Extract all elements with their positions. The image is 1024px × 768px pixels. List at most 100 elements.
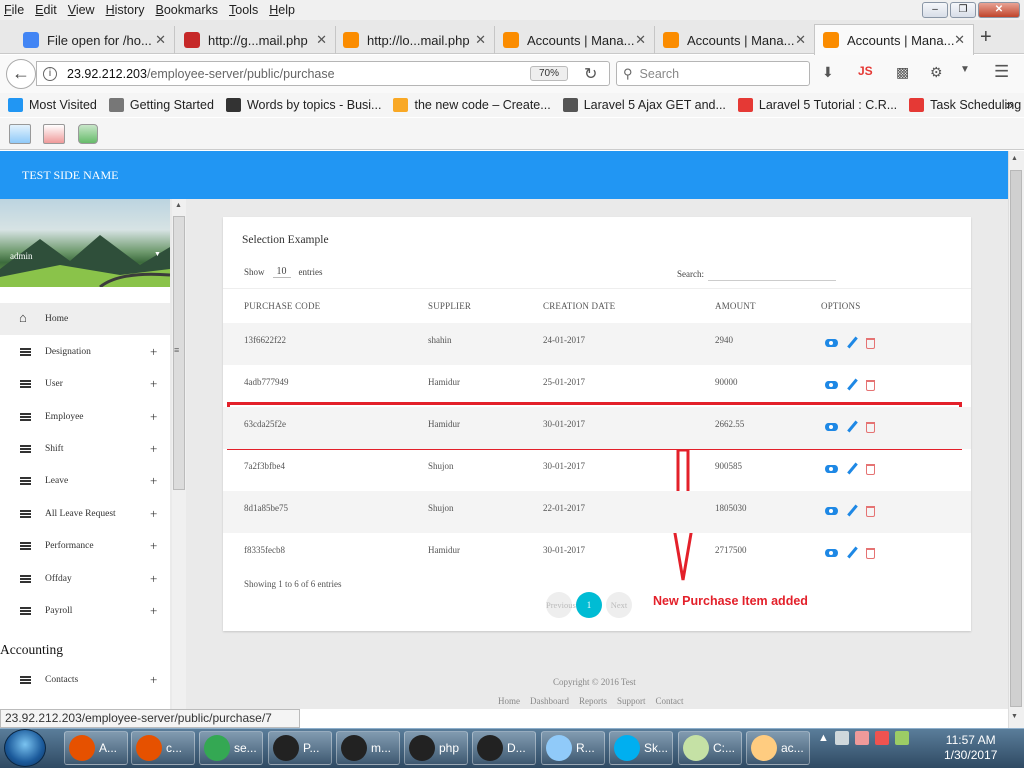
- edit-icon[interactable]: [846, 463, 858, 475]
- expand-icon[interactable]: +: [150, 344, 157, 360]
- reload-icon[interactable]: ↻: [584, 64, 597, 84]
- view-icon[interactable]: [825, 507, 838, 515]
- menu-help[interactable]: Help: [269, 3, 295, 17]
- extension-icon[interactable]: ⚙: [930, 64, 943, 81]
- menu-tools[interactable]: Tools: [229, 3, 258, 17]
- expand-icon[interactable]: +: [150, 506, 157, 522]
- edit-icon[interactable]: [846, 547, 858, 559]
- edit-icon[interactable]: [846, 337, 858, 349]
- taskbar-item[interactable]: c...: [131, 731, 195, 765]
- sidebar-item-payroll[interactable]: Payroll +: [0, 595, 170, 627]
- footer-link-contact[interactable]: Contact: [656, 696, 684, 706]
- menu-edit[interactable]: Edit: [35, 3, 57, 17]
- edit-icon[interactable]: [846, 505, 858, 517]
- bookmark-item[interactable]: the new code – Create...: [393, 98, 551, 112]
- clock[interactable]: 11:57 AM 1/30/2017: [944, 733, 997, 763]
- taskbar-item[interactable]: R...: [541, 731, 605, 765]
- url-bar[interactable]: i 23.92.212.203/employee-server/public/p…: [36, 61, 610, 86]
- tab-4[interactable]: Accounts | Mana... ✕: [495, 26, 655, 54]
- search-input[interactable]: ⚲ Search: [616, 61, 810, 86]
- expand-icon[interactable]: +: [150, 538, 157, 554]
- addon-window-icon[interactable]: [9, 124, 31, 144]
- tab-close-icon[interactable]: ✕: [155, 32, 166, 48]
- user-name[interactable]: admin: [10, 251, 33, 261]
- delete-icon[interactable]: [866, 505, 875, 517]
- tab-close-icon[interactable]: ✕: [316, 32, 327, 48]
- page-scroll-thumb[interactable]: [1010, 170, 1022, 707]
- tab-1[interactable]: File open for /ho... ✕: [15, 26, 175, 54]
- view-icon[interactable]: [825, 339, 838, 347]
- view-icon[interactable]: [825, 465, 838, 473]
- delete-icon[interactable]: [866, 421, 875, 433]
- menu-view[interactable]: View: [68, 3, 95, 17]
- view-icon[interactable]: [825, 549, 838, 557]
- menu-bookmarks[interactable]: Bookmarks: [156, 3, 219, 17]
- delete-icon[interactable]: [866, 337, 875, 349]
- delete-icon[interactable]: [866, 463, 875, 475]
- bookmark-item[interactable]: Laravel 5 Ajax GET and...: [562, 98, 726, 112]
- addon-recycle-icon[interactable]: [78, 124, 98, 144]
- js-addon-icon[interactable]: JS: [858, 64, 873, 78]
- tray-app-icon[interactable]: [894, 731, 909, 745]
- flag-icon[interactable]: [854, 731, 869, 745]
- bookmark-item[interactable]: Words by topics - Busi...: [225, 98, 381, 112]
- taskbar-item[interactable]: P...: [268, 731, 332, 765]
- bookmarks-overflow-icon[interactable]: »: [1006, 97, 1013, 112]
- column-header[interactable]: OPTIONS: [821, 301, 860, 311]
- bookmark-item[interactable]: Getting Started: [108, 98, 214, 112]
- volume-icon[interactable]: [874, 731, 889, 745]
- tab-2[interactable]: http://g...mail.php ✕: [176, 26, 336, 54]
- view-icon[interactable]: [825, 381, 838, 389]
- sidebar-item-home[interactable]: ⌂ Home: [0, 303, 170, 335]
- zoom-indicator[interactable]: 70%: [530, 66, 568, 81]
- tab-close-icon[interactable]: ✕: [475, 32, 486, 48]
- footer-link-reports[interactable]: Reports: [579, 696, 607, 706]
- edit-icon[interactable]: [846, 379, 858, 391]
- footer-link-home[interactable]: Home: [498, 696, 520, 706]
- previous-button[interactable]: Previous: [546, 592, 576, 618]
- sidebar-item-shift[interactable]: Shift +: [0, 433, 170, 465]
- expand-icon[interactable]: +: [150, 441, 157, 457]
- sidebar-item-contacts[interactable]: Contacts +: [0, 664, 170, 696]
- expand-icon[interactable]: +: [150, 473, 157, 489]
- taskbar-item[interactable]: C:...: [678, 731, 742, 765]
- hamburger-menu-icon[interactable]: ☰: [994, 62, 1009, 82]
- site-info-icon[interactable]: i: [43, 66, 57, 81]
- table-search-input[interactable]: [708, 267, 836, 281]
- network-icon[interactable]: [834, 731, 849, 745]
- taskbar-item[interactable]: m...: [336, 731, 400, 765]
- sidebar-item-user[interactable]: User +: [0, 368, 170, 400]
- user-dropdown-icon[interactable]: ▼: [154, 251, 161, 258]
- sidebar-item-offday[interactable]: Offday +: [0, 563, 170, 595]
- sidebar-item-employee[interactable]: Employee +: [0, 401, 170, 433]
- tray-expand-icon[interactable]: ▲: [818, 732, 829, 744]
- next-button[interactable]: Next: [606, 592, 632, 618]
- tab-5[interactable]: Accounts | Mana... ✕: [655, 26, 815, 54]
- expand-icon[interactable]: +: [150, 376, 157, 392]
- taskbar-item[interactable]: php: [404, 731, 468, 765]
- download-icon[interactable]: ⬇: [822, 64, 834, 81]
- addon-icon[interactable]: ▩: [896, 64, 909, 81]
- tab-close-icon[interactable]: ✕: [954, 32, 965, 48]
- expand-icon[interactable]: +: [150, 571, 157, 587]
- taskbar-item[interactable]: A...: [64, 731, 128, 765]
- close-window-button[interactable]: ✕: [978, 2, 1020, 18]
- column-header[interactable]: PURCHASE CODE: [244, 301, 320, 311]
- addon-upload-icon[interactable]: [43, 124, 65, 144]
- start-button[interactable]: [4, 729, 46, 767]
- sidebar-item-all-leave-request[interactable]: All Leave Request +: [0, 498, 170, 530]
- sidebar-item-leave[interactable]: Leave +: [0, 465, 170, 497]
- page-scroll-up-icon[interactable]: ▲: [1011, 155, 1018, 162]
- taskbar-item[interactable]: Sk...: [609, 731, 673, 765]
- minimize-button[interactable]: –: [922, 2, 948, 18]
- column-header[interactable]: AMOUNT: [715, 301, 756, 311]
- sidebar-item-designation[interactable]: Designation +: [0, 336, 170, 368]
- footer-link-support[interactable]: Support: [617, 696, 646, 706]
- column-header[interactable]: SUPPLIER: [428, 301, 471, 311]
- taskbar-item[interactable]: D...: [472, 731, 536, 765]
- menu-history[interactable]: History: [106, 3, 145, 17]
- delete-icon[interactable]: [866, 379, 875, 391]
- maximize-button[interactable]: ❐: [950, 2, 976, 18]
- column-header[interactable]: CREATION DATE: [543, 301, 615, 311]
- sidebar-item-performance[interactable]: Performance +: [0, 530, 170, 562]
